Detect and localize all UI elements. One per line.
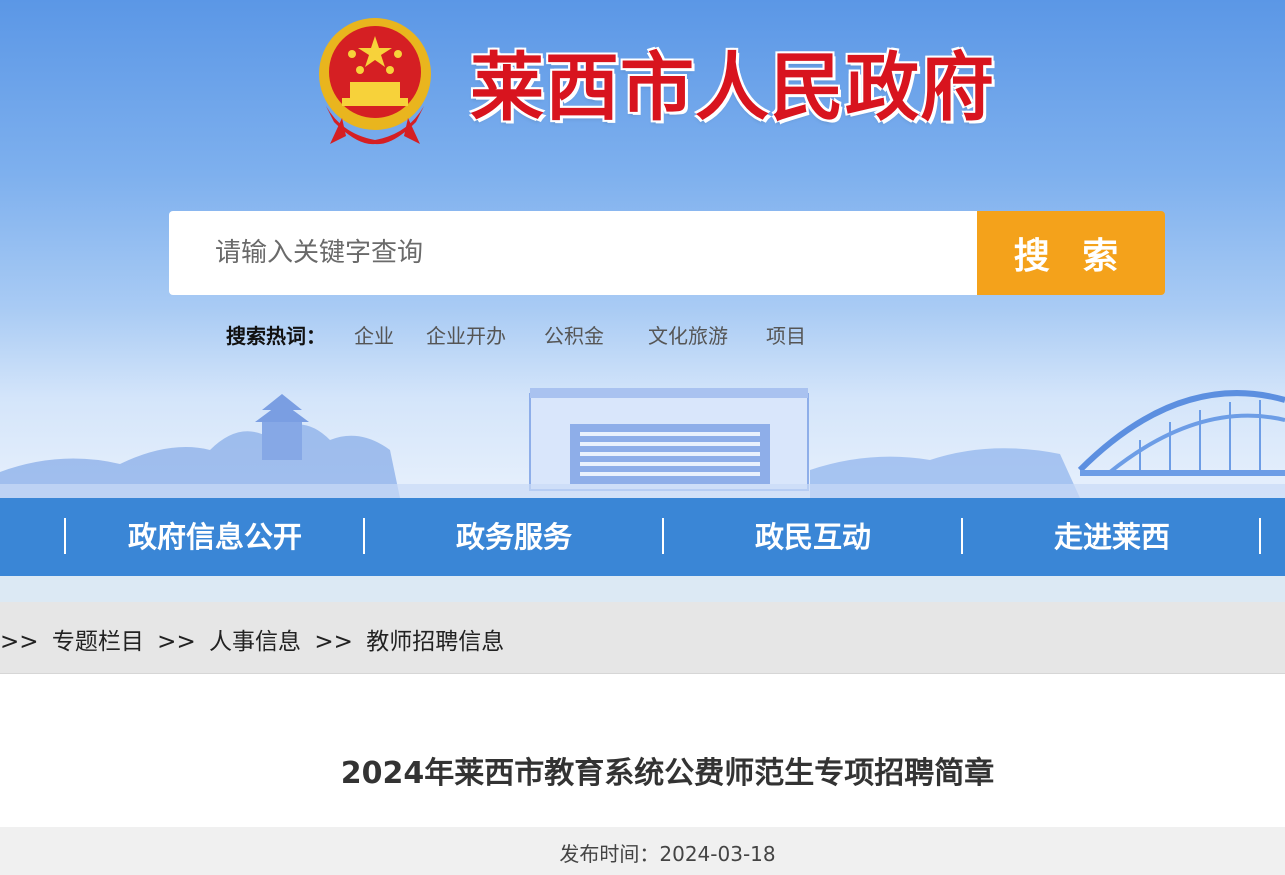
national-emblem-icon [319, 18, 431, 145]
nav-item-gov-info[interactable]: 政府信息公开 [67, 498, 363, 576]
header-banner: 莱西市人民政府 搜 索 搜索热词： 企业 企业开办 公积金 文化旅游 项目 [0, 0, 1285, 498]
breadcrumb-item-teacher-recruitment[interactable]: 教师招聘信息 [366, 629, 504, 655]
breadcrumb-item-topics[interactable]: 专题栏目 [52, 629, 144, 655]
nav-item-interaction[interactable]: 政民互动 [665, 498, 961, 576]
site-title: 莱西市人民政府 [470, 45, 995, 131]
breadcrumb-separator: >> [157, 629, 196, 655]
hot-words-label: 搜索热词： [226, 323, 326, 348]
nav-divider [1259, 518, 1261, 554]
article-meta: 发布时间：2024-03-18 [0, 838, 1285, 867]
search-button[interactable]: 搜 索 [977, 211, 1165, 295]
nav-divider [961, 518, 963, 554]
publish-date: 2024-03-18 [659, 842, 776, 866]
breadcrumb-separator: >> [314, 629, 353, 655]
article-title: 2024年莱西市教育系统公费师范生专项招聘简章 [340, 756, 995, 791]
hot-word-link[interactable]: 项目 [766, 320, 806, 349]
publish-label: 发布时间： [559, 842, 660, 866]
breadcrumb-separator: >> [0, 629, 39, 655]
city-skyline-image [0, 388, 1285, 498]
nav-divider [662, 518, 664, 554]
main-nav: 政府信息公开 政务服务 政民互动 走进莱西 [0, 498, 1285, 576]
nav-divider [64, 518, 66, 554]
search-box [169, 211, 977, 295]
nav-divider [363, 518, 365, 554]
search-input[interactable] [169, 211, 977, 295]
breadcrumb-item-personnel[interactable]: 人事信息 [209, 629, 301, 655]
divider-strip [0, 576, 1285, 602]
hot-word-link[interactable]: 文化旅游 [648, 320, 728, 349]
hot-word-link[interactable]: 公积金 [544, 320, 604, 349]
hot-word-link[interactable]: 企业 [354, 320, 394, 349]
nav-item-about[interactable]: 走进莱西 [964, 498, 1260, 576]
nav-item-services[interactable]: 政务服务 [366, 498, 662, 576]
hot-word-link[interactable]: 企业开办 [426, 320, 506, 349]
breadcrumb: >> 专题栏目 >> 人事信息 >> 教师招聘信息 [0, 602, 1285, 674]
hot-words: 搜索热词： 企业 企业开办 公积金 文化旅游 项目 [226, 318, 838, 350]
